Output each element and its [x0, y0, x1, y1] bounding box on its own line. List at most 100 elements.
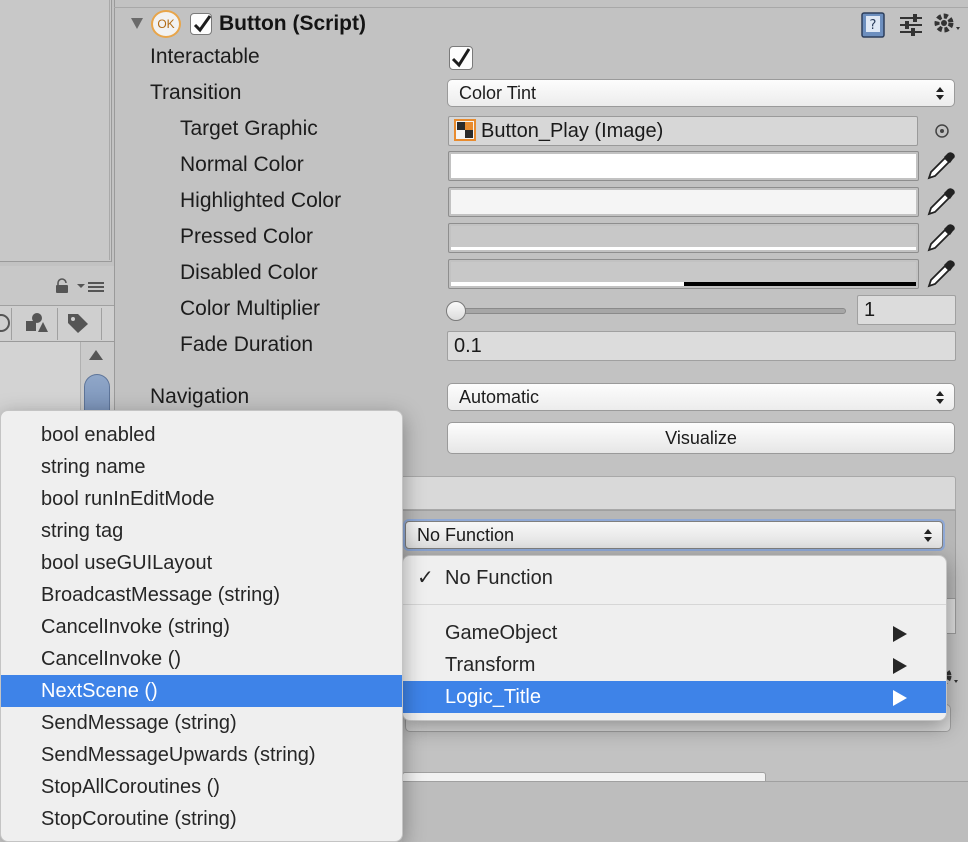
target-graphic-label: Target Graphic: [180, 117, 318, 140]
menu-item-method[interactable]: SendMessageUpwards (string): [1, 739, 402, 771]
component-header-top-border: [114, 0, 968, 8]
menu-item-method[interactable]: CancelInvoke (string): [1, 611, 402, 643]
function-menu: ✓ No Function GameObject Transform Logic…: [402, 555, 947, 721]
menu-item-label: string tag: [41, 520, 124, 542]
navigation-dropdown[interactable]: Automatic: [447, 383, 955, 411]
transition-dropdown-value: Color Tint: [459, 83, 537, 103]
eyedropper-icon[interactable]: [925, 186, 957, 218]
component-title: Button (Script): [219, 12, 366, 35]
menu-item-label: SendMessage (string): [41, 712, 237, 734]
component-enabled-checkbox[interactable]: [190, 13, 212, 35]
help-book-icon[interactable]: ?: [860, 12, 886, 38]
on-click-event-header: [400, 476, 956, 510]
shapes-icon: [26, 313, 48, 332]
foldout-triangle-icon[interactable]: [130, 16, 144, 30]
scroll-up-arrow-icon[interactable]: [88, 348, 104, 362]
fade-duration-input[interactable]: 0.1: [447, 331, 956, 361]
gear-icon[interactable]: [932, 11, 964, 39]
menu-item-method[interactable]: bool runInEditMode: [1, 483, 402, 515]
menu-item-method[interactable]: SendMessage (string): [1, 707, 402, 739]
disabled-color-field[interactable]: [448, 259, 919, 289]
menu-separator: [403, 604, 946, 605]
inspector-bottom-area: [402, 781, 968, 842]
menu-item-label: Logic_Title: [445, 686, 541, 708]
normal-color-field[interactable]: [448, 151, 919, 181]
navigation-dropdown-value: Automatic: [459, 387, 540, 407]
fade-duration-label: Fade Duration: [180, 333, 314, 356]
pressed-color-label: Pressed Color: [180, 225, 314, 248]
target-graphic-value: Button_Play (Image): [481, 120, 664, 142]
tag-icon: [68, 314, 88, 333]
menu-item-method[interactable]: string tag: [1, 515, 402, 547]
menu-item-label: bool useGUILayout: [41, 552, 213, 574]
disabled-color-label: Disabled Color: [180, 261, 318, 284]
highlighted-color-swatch: [451, 190, 916, 214]
menu-item-transform[interactable]: Transform: [403, 649, 946, 681]
menu-item-logic-title[interactable]: Logic_Title: [403, 681, 946, 713]
interactable-checkbox[interactable]: [449, 46, 473, 70]
menu-item-method[interactable]: StopAllCoroutines (): [1, 771, 402, 803]
menu-item-label: SendMessageUpwards (string): [41, 744, 316, 766]
dropdown-arrows-icon: [936, 391, 944, 404]
object-picker-icon[interactable]: [933, 122, 951, 140]
color-multiplier-slider-track[interactable]: [452, 308, 846, 314]
menu-item-method[interactable]: string name: [1, 451, 402, 483]
target-graphic-field[interactable]: Button_Play (Image): [448, 116, 918, 146]
menu-item-label: CancelInvoke (): [41, 648, 182, 670]
menu-item-method[interactable]: bool useGUILayout: [1, 547, 402, 579]
menu-item-gameobject[interactable]: GameObject: [403, 617, 946, 649]
search-icon: [0, 314, 10, 332]
interactable-label: Interactable: [150, 45, 260, 68]
method-menu: bool enabled string name bool runInEditM…: [0, 410, 403, 842]
dropdown-arrows-icon: [936, 87, 944, 100]
highlighted-color-label: Highlighted Color: [180, 189, 342, 212]
menu-item-label: BroadcastMessage (string): [41, 584, 280, 606]
menu-item-method[interactable]: CancelInvoke (): [1, 643, 402, 675]
dropdown-arrows-icon: [924, 529, 932, 542]
submenu-arrow-icon: [893, 626, 907, 642]
menu-item-label: Transform: [445, 654, 536, 676]
menu-item-label: CancelInvoke (string): [41, 616, 230, 638]
function-dropdown-value: No Function: [417, 525, 515, 545]
navigation-label: Navigation: [150, 385, 250, 408]
visualize-button[interactable]: Visualize: [447, 422, 955, 454]
pressed-color-alpha-bar: [451, 247, 916, 250]
transition-label: Transition: [150, 81, 242, 104]
eyedropper-icon[interactable]: [925, 222, 957, 254]
color-multiplier-slider-thumb[interactable]: [446, 301, 466, 321]
menu-item-label: bool enabled: [41, 424, 156, 446]
submenu-arrow-icon: [893, 690, 907, 706]
menu-item-method-selected[interactable]: NextScene (): [1, 675, 402, 707]
eyedropper-icon[interactable]: [925, 258, 957, 290]
svg-text:?: ?: [870, 18, 877, 33]
transition-dropdown[interactable]: Color Tint: [447, 79, 955, 107]
script-ok-icon: OK: [151, 10, 181, 38]
checkmark-icon: [451, 48, 471, 68]
highlighted-color-field[interactable]: [448, 187, 919, 217]
color-multiplier-label: Color Multiplier: [180, 297, 321, 320]
menu-item-label: NextScene (): [41, 680, 158, 702]
menu-item-label: No Function: [445, 567, 553, 589]
menu-item-label: bool runInEditMode: [41, 488, 215, 510]
checkmark-icon: ✓: [417, 567, 434, 589]
menu-item-method[interactable]: BroadcastMessage (string): [1, 579, 402, 611]
eyedropper-icon[interactable]: [925, 150, 957, 182]
presets-sliders-icon[interactable]: [898, 12, 924, 38]
checkmark-icon: [193, 15, 212, 33]
menu-item-label: StopCoroutine (string): [41, 808, 237, 830]
lock-icon[interactable]: [54, 278, 70, 294]
pressed-color-field[interactable]: [448, 223, 919, 253]
disabled-color-alpha-transparent: [684, 282, 916, 286]
function-dropdown[interactable]: No Function: [405, 521, 943, 549]
menu-item-label: StopAllCoroutines (): [41, 776, 220, 798]
menu-item-no-function[interactable]: ✓ No Function: [403, 562, 946, 594]
hierarchy-panel: [0, 0, 112, 262]
menu-item-label: GameObject: [445, 622, 558, 644]
normal-color-swatch: [451, 154, 916, 178]
submenu-arrow-icon: [893, 658, 907, 674]
normal-color-label: Normal Color: [180, 153, 304, 176]
tab-menu-icon[interactable]: [76, 281, 106, 293]
menu-item-method[interactable]: bool enabled: [1, 419, 402, 451]
menu-item-method[interactable]: StopCoroutine (string): [1, 803, 402, 835]
color-multiplier-input[interactable]: 1: [857, 295, 956, 325]
